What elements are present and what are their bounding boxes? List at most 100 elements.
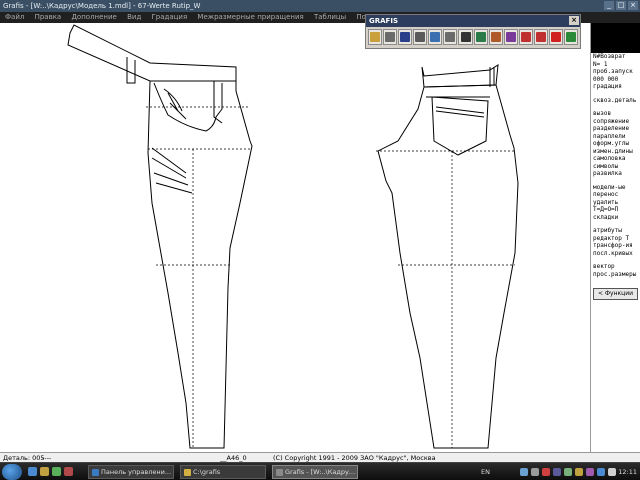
function-item[interactable]: вызов <box>591 110 640 118</box>
minimize-button[interactable]: _ <box>604 1 614 10</box>
tray-app-icon[interactable] <box>575 468 583 476</box>
window-title-bar[interactable]: Grafis - [W:..\Кадрус\Модель 1.mdl] - 67… <box>0 0 640 12</box>
quicklaunch-folder-icon[interactable] <box>40 467 49 476</box>
save-button[interactable] <box>398 29 413 45</box>
menu-edit[interactable]: Правка <box>35 13 62 21</box>
toolbar-buttons <box>366 27 580 47</box>
function-item[interactable]: удалить <box>591 199 640 207</box>
grafis-toolbar[interactable]: GRAFIS × <box>365 14 581 49</box>
quicklaunch-ie-icon[interactable] <box>28 467 37 476</box>
chart-button[interactable] <box>564 29 579 45</box>
toolbar-title: GRAFIS <box>369 17 398 25</box>
function-item[interactable]: атрибуты <box>591 227 640 235</box>
grid-icon <box>445 32 456 42</box>
menu-file[interactable]: Файл <box>5 13 24 21</box>
functions-button[interactable]: < Функции <box>593 288 638 300</box>
pattern-button[interactable] <box>488 29 503 45</box>
front-fly-line <box>163 88 183 112</box>
function-item[interactable]: складки <box>591 214 640 222</box>
function-item[interactable]: символы <box>591 163 640 171</box>
function-item[interactable]: посл.кривых <box>591 250 640 258</box>
function-item[interactable]: N#Возврат <box>591 53 640 61</box>
menu-grading[interactable]: Градация <box>152 13 188 21</box>
tray-app-icon[interactable] <box>597 468 605 476</box>
globe-button[interactable] <box>473 29 488 45</box>
fill-down-icon <box>520 32 531 42</box>
dimension-button[interactable] <box>458 29 473 45</box>
quicklaunch-media-icon[interactable] <box>52 467 61 476</box>
toolbar-close-button[interactable]: × <box>569 16 579 25</box>
close-button[interactable]: × <box>628 1 638 10</box>
clock[interactable]: 12:11 <box>618 465 637 479</box>
task-folder-grafis[interactable]: C:\grafis <box>180 465 266 479</box>
grid-button[interactable] <box>443 29 458 45</box>
quicklaunch-app-icon[interactable] <box>64 467 73 476</box>
function-item[interactable]: вектор <box>591 263 640 271</box>
taskbar: Панель управлени... C:\grafis Grafis - [… <box>0 462 640 480</box>
function-item[interactable]: N= 1 <box>591 61 640 69</box>
restore-button[interactable]: □ <box>616 1 626 10</box>
menu-extras[interactable]: Дополнение <box>71 13 116 21</box>
fill-up-button[interactable] <box>533 29 548 45</box>
function-panel: N#Возврат N= 1 проб.запуск 000 000 градация… <box>590 23 640 452</box>
stop-button[interactable] <box>548 29 564 45</box>
fill-down-button[interactable] <box>518 29 533 45</box>
speaker-icon[interactable] <box>531 468 539 476</box>
back-pocket <box>431 96 489 156</box>
function-item[interactable]: сквоз.деталь <box>591 97 640 105</box>
tray-app-icon[interactable] <box>564 468 572 476</box>
function-item[interactable]: модели-ые <box>591 184 640 192</box>
measure-button[interactable] <box>503 29 518 45</box>
front-waistband <box>67 24 237 82</box>
menu-size-increments[interactable]: Межразмерные приращения <box>197 13 303 21</box>
function-item[interactable]: разделение <box>591 125 640 133</box>
network-icon[interactable] <box>520 468 528 476</box>
task-grafis-app[interactable]: Grafis - [W:..\Кадру... <box>272 465 358 479</box>
pattern-icon <box>490 32 501 42</box>
function-item[interactable]: измен.длины <box>591 148 640 156</box>
task-label: Панель управлени... <box>101 468 172 476</box>
tray-app-icon[interactable] <box>586 468 594 476</box>
function-item[interactable]: самоловка <box>591 155 640 163</box>
back-pocket-stitch <box>435 106 485 118</box>
task-control-panel[interactable]: Панель управлени... <box>88 465 174 479</box>
language-indicator[interactable]: EN <box>481 465 490 479</box>
fill-up-icon <box>535 32 546 42</box>
save-icon <box>400 32 411 42</box>
system-tray: EN 12:11 <box>440 465 640 479</box>
menu-view[interactable]: Вид <box>127 13 141 21</box>
function-item[interactable]: градация <box>591 83 640 91</box>
folder-icon <box>184 469 191 476</box>
drawing-canvas[interactable] <box>0 23 590 452</box>
front-fold-1 <box>167 92 179 112</box>
open-folder-button[interactable] <box>368 29 383 45</box>
print-icon <box>385 32 396 42</box>
print-button[interactable] <box>383 29 398 45</box>
dimension-icon <box>460 32 471 42</box>
zoom-button[interactable] <box>413 29 428 45</box>
function-item[interactable]: трансфор-ия <box>591 242 640 250</box>
function-item[interactable]: редактор Т <box>591 235 640 243</box>
function-item[interactable]: Т=Д=О=П <box>591 206 640 214</box>
pattern-drawing[interactable] <box>0 23 590 452</box>
function-item[interactable]: оформ.углы <box>591 140 640 148</box>
zoom-icon <box>415 32 426 42</box>
function-item[interactable]: сопряжение <box>591 118 640 126</box>
start-button[interactable] <box>2 464 22 480</box>
menu-tables[interactable]: Таблицы <box>314 13 346 21</box>
control-panel-icon <box>92 469 99 476</box>
function-list: N#Возврат N= 1 проб.запуск 000 000 градация… <box>591 53 640 284</box>
function-item[interactable]: проб.запуск <box>591 68 640 76</box>
toolbar-title-bar[interactable]: GRAFIS × <box>366 15 580 27</box>
antivirus-icon[interactable] <box>542 468 550 476</box>
layers-button[interactable] <box>428 29 443 45</box>
function-group-gap <box>591 278 640 284</box>
layers-icon <box>430 32 441 42</box>
function-item[interactable]: развилка <box>591 170 640 178</box>
function-item[interactable]: параллели <box>591 133 640 141</box>
tray-app-icon[interactable] <box>608 468 616 476</box>
function-item[interactable]: перенос <box>591 191 640 199</box>
function-item[interactable]: прос.размеры <box>591 271 640 279</box>
tray-app-icon[interactable] <box>553 468 561 476</box>
function-item[interactable]: 000 000 <box>591 76 640 84</box>
